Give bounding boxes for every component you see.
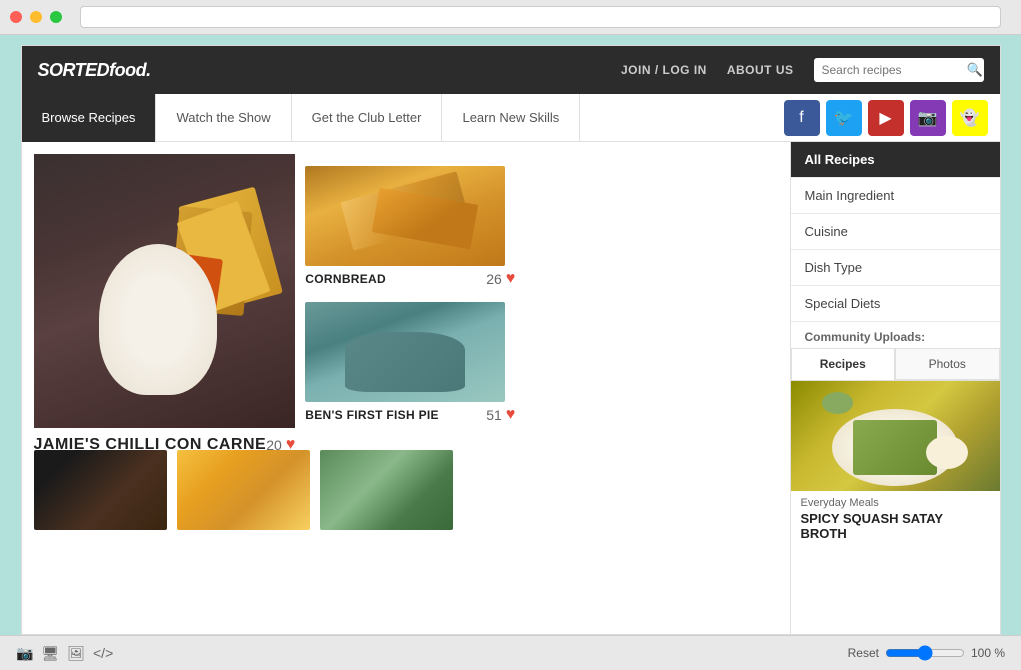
community-uploads-label: Community Uploads:	[791, 322, 1000, 348]
fishpie-title: BEN'S FIRST FISH PIE	[305, 408, 439, 422]
right-sidebar: All Recipes Main Ingredient Cuisine Dish…	[790, 142, 1000, 634]
featured-recipe-info: JAMIE'S CHILLI CON CARNE 20 ♥	[34, 428, 296, 458]
bottom-recipe-cards	[34, 450, 778, 530]
sidebar-dish-type[interactable]: Dish Type	[791, 250, 1000, 286]
fishpie-heart-icon: ♥	[506, 406, 516, 424]
zoom-control: Reset 100 %	[848, 645, 1005, 661]
browser-bottom-bar: 📷 🖥 🖼 </> Reset 100 %	[0, 635, 1021, 670]
community-tabs: Recipes Photos	[791, 348, 1000, 381]
fishpie-card[interactable]: BEN'S FIRST FISH PIE 51 ♥	[305, 302, 515, 428]
featured-recipe-title: JAMIE'S CHILLI CON CARNE	[34, 436, 267, 454]
small-recipe-cards: CORNBREAD 26 ♥ BEN'S FI	[305, 154, 515, 440]
bottom-recipe-card-1[interactable]	[34, 450, 167, 530]
fishpie-info: BEN'S FIRST FISH PIE 51 ♥	[305, 402, 515, 428]
monitor-icon[interactable]: 🖥	[41, 645, 59, 662]
image-icon[interactable]: 🖼	[67, 645, 85, 662]
cornbread-heart-icon: ♥	[506, 270, 516, 288]
browser-minimize-btn[interactable]	[30, 11, 42, 23]
zoom-level: 100 %	[971, 646, 1005, 660]
browser-chrome	[0, 0, 1021, 35]
main-content: JAMIE'S CHILLI CON CARNE 20 ♥	[22, 142, 1000, 634]
snapchat-icon[interactable]: 👻	[952, 100, 988, 136]
cornbread-card[interactable]: CORNBREAD 26 ♥	[305, 166, 515, 292]
browser-close-btn[interactable]	[10, 11, 22, 23]
search-icon: 🔍	[967, 62, 983, 78]
subnav-learn-skills[interactable]: Learn New Skills	[442, 94, 580, 142]
subnav-browse-recipes[interactable]: Browse Recipes	[22, 94, 157, 142]
reset-label[interactable]: Reset	[848, 646, 879, 660]
featured-recipe-sidebar-title: SPICY SQUASH SATAY BROTH	[791, 511, 1000, 549]
sidebar-cuisine[interactable]: Cuisine	[791, 214, 1000, 250]
featured-recipe-image	[34, 154, 296, 428]
bottom-recipe-card-2[interactable]	[177, 450, 310, 530]
header-nav: JOIN / LOG IN ABOUT US 🔍	[621, 58, 984, 82]
sidebar-special-diets[interactable]: Special Diets	[791, 286, 1000, 322]
featured-recipe-likes: 20 ♥	[266, 436, 295, 454]
sidebar-all-recipes[interactable]: All Recipes	[791, 142, 1000, 178]
join-login-link[interactable]: JOIN / LOG IN	[621, 63, 707, 77]
address-bar[interactable]	[80, 6, 1001, 28]
heart-icon: ♥	[286, 436, 296, 454]
fishpie-likes: 51 ♥	[486, 406, 515, 424]
search-box[interactable]: 🔍	[814, 58, 984, 82]
community-tab-recipes[interactable]: Recipes	[791, 348, 896, 380]
featured-community-recipe-image[interactable]	[791, 381, 1000, 491]
page-wrapper: SORTEDfood. JOIN / LOG IN ABOUT US 🔍 Bro…	[21, 45, 1001, 635]
bottom-icons: 📷 🖥 🖼 </>	[16, 645, 113, 662]
cornbread-info: CORNBREAD 26 ♥	[305, 266, 515, 292]
sidebar-main-ingredient[interactable]: Main Ingredient	[791, 178, 1000, 214]
everyday-meals-label: Everyday Meals	[791, 491, 1000, 511]
subnav-watch-show[interactable]: Watch the Show	[156, 94, 291, 142]
cornbread-likes-count: 26	[486, 271, 502, 287]
cornbread-likes: 26 ♥	[486, 270, 515, 288]
featured-recipe-likes-count: 20	[266, 437, 282, 453]
code-icon[interactable]: </>	[93, 645, 113, 661]
fishpie-likes-count: 51	[486, 407, 502, 423]
camera-icon[interactable]: 📷	[16, 645, 33, 662]
zoom-slider[interactable]	[885, 645, 965, 661]
browser-maximize-btn[interactable]	[50, 11, 62, 23]
fishpie-image	[305, 302, 505, 402]
youtube-icon[interactable]: ▶	[868, 100, 904, 136]
cornbread-title: CORNBREAD	[305, 272, 386, 286]
search-input[interactable]	[822, 63, 967, 77]
subnav-club-letter[interactable]: Get the Club Letter	[292, 94, 443, 142]
cornbread-image	[305, 166, 505, 266]
facebook-icon[interactable]: f	[784, 100, 820, 136]
featured-recipe-card[interactable]: JAMIE'S CHILLI CON CARNE 20 ♥	[34, 154, 296, 428]
sub-nav: Browse Recipes Watch the Show Get the Cl…	[22, 94, 1000, 142]
instagram-icon[interactable]: 📷	[910, 100, 946, 136]
site-logo: SORTEDfood.	[38, 60, 151, 81]
bottom-recipe-card-3[interactable]	[320, 450, 453, 530]
twitter-icon[interactable]: 🐦	[826, 100, 862, 136]
social-icons: f 🐦 ▶ 📷 👻	[772, 100, 1000, 136]
community-tab-photos[interactable]: Photos	[895, 348, 1000, 380]
recipes-area: JAMIE'S CHILLI CON CARNE 20 ♥	[22, 142, 790, 634]
site-header: SORTEDfood. JOIN / LOG IN ABOUT US 🔍	[22, 46, 1000, 94]
sub-nav-items: Browse Recipes Watch the Show Get the Cl…	[22, 94, 772, 142]
about-us-link[interactable]: ABOUT US	[727, 63, 794, 77]
